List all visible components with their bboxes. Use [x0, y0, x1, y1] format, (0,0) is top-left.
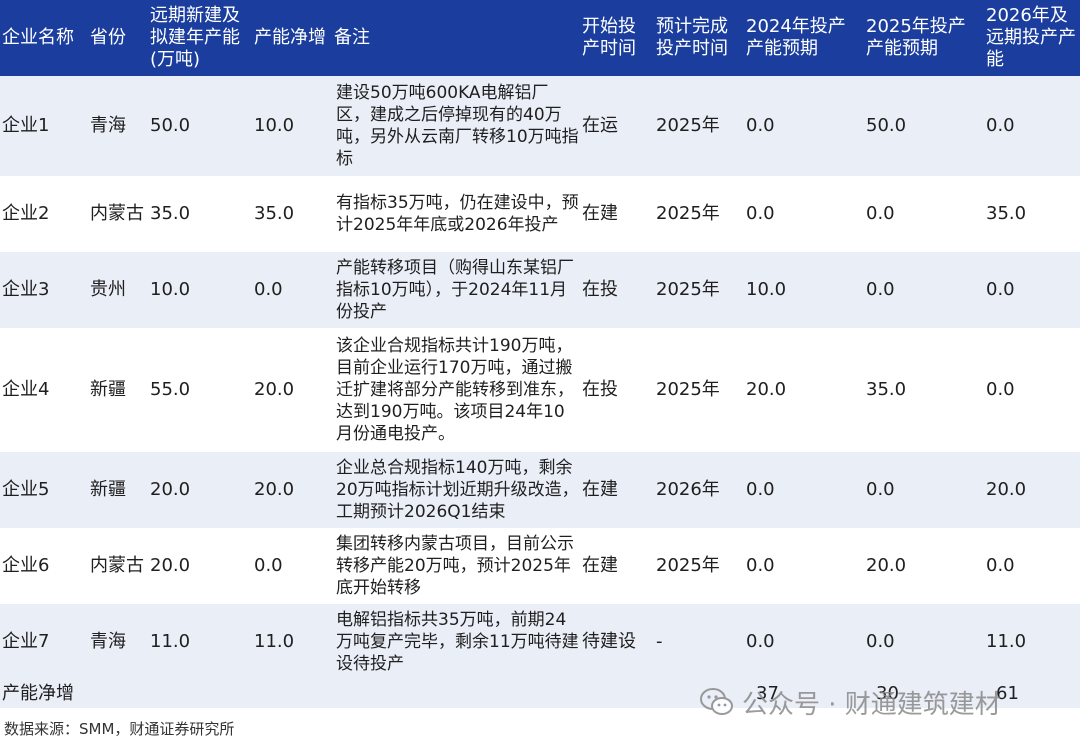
cell-province: 青海 [88, 76, 148, 176]
header-net: 产能净增 [252, 0, 332, 76]
cell-2024: 0.0 [744, 76, 864, 176]
cell-2026: 0.0 [984, 328, 1080, 452]
cell-capacity: 11.0 [148, 604, 252, 680]
table-row: 企业4 新疆 55.0 20.0 该企业合规指标共计190万吨，目前企业运行17… [0, 328, 1080, 452]
cell-note: 产能转移项目（购得山东某铝厂指标10万吨），于2024年11月份投产 [332, 252, 580, 328]
cell-net: 0.0 [252, 252, 332, 328]
header-note: 备注 [332, 0, 580, 76]
header-finish: 预计完成投产时间 [654, 0, 744, 76]
cell-finish: 2025年 [654, 528, 744, 604]
table-header-row: 企业名称 省份 远期新建及拟建年产能(万吨) 产能净增 备注 开始投产时间 预计… [0, 0, 1080, 76]
cell-net: 10.0 [252, 76, 332, 176]
cell-2026: 0.0 [984, 252, 1080, 328]
table-row: 企业6 内蒙古 20.0 0.0 集团转移内蒙古项目，目前公示转移产能20万吨，… [0, 528, 1080, 604]
cell-start: 待建设 [580, 604, 654, 680]
cell-province: 新疆 [88, 328, 148, 452]
cell-start: 在建 [580, 452, 654, 528]
cell-2024: 0.0 [744, 604, 864, 680]
cell-capacity: 20.0 [148, 528, 252, 604]
cell-note: 该企业合规指标共计190万吨，目前企业运行170万吨，通过搬迁扩建将部分产能转移… [332, 328, 580, 452]
header-company: 企业名称 [0, 0, 88, 76]
cell-net: 20.0 [252, 452, 332, 528]
cell-2026: 11.0 [984, 604, 1080, 680]
cell-province: 青海 [88, 604, 148, 680]
cell-2025: 0.0 [864, 252, 984, 328]
cell-2025: 35.0 [864, 328, 984, 452]
cell-company: 企业2 [0, 176, 88, 252]
cell-note: 集团转移内蒙古项目，目前公示转移产能20万吨，预计2025年底开始转移 [332, 528, 580, 604]
cell-province: 内蒙古 [88, 176, 148, 252]
cell-capacity: 50.0 [148, 76, 252, 176]
cell-start: 在投 [580, 328, 654, 452]
cell-capacity: 10.0 [148, 252, 252, 328]
cell-note: 有指标35万吨，仍在建设中，预计2025年年底或2026年投产 [332, 176, 580, 252]
data-source-note: 数据来源：SMM，财通证券研究所 [4, 720, 235, 738]
cell-2024: 0.0 [744, 452, 864, 528]
cell-capacity: 35.0 [148, 176, 252, 252]
cell-province: 内蒙古 [88, 528, 148, 604]
cell-2025: 0.0 [864, 452, 984, 528]
cell-start: 在运 [580, 76, 654, 176]
cell-company: 企业5 [0, 452, 88, 528]
table-row: 企业1 青海 50.0 10.0 建设50万吨600KA电解铝厂区，建成之后停掉… [0, 76, 1080, 176]
cell-company: 企业4 [0, 328, 88, 452]
header-capacity: 远期新建及拟建年产能(万吨) [148, 0, 252, 76]
capacity-table: 企业名称 省份 远期新建及拟建年产能(万吨) 产能净增 备注 开始投产时间 预计… [0, 0, 1080, 708]
cell-2026: 20.0 [984, 452, 1080, 528]
watermark: 公众号 · 财通建筑建材 [700, 684, 1001, 720]
cell-2026: 0.0 [984, 76, 1080, 176]
cell-province: 新疆 [88, 452, 148, 528]
cell-finish: - [654, 604, 744, 680]
total-label: 产能净增 [0, 680, 744, 708]
table-row: 企业5 新疆 20.0 20.0 企业总合规指标140万吨，剩余20万吨指标计划… [0, 452, 1080, 528]
cell-company: 企业1 [0, 76, 88, 176]
cell-2024: 0.0 [744, 528, 864, 604]
cell-2026: 0.0 [984, 528, 1080, 604]
cell-2024: 0.0 [744, 176, 864, 252]
cell-2025: 50.0 [864, 76, 984, 176]
cell-note: 建设50万吨600KA电解铝厂区，建成之后停掉现有的40万吨，另外从云南厂转移1… [332, 76, 580, 176]
cell-capacity: 20.0 [148, 452, 252, 528]
cell-company: 企业7 [0, 604, 88, 680]
cell-net: 20.0 [252, 328, 332, 452]
header-province: 省份 [88, 0, 148, 76]
watermark-text: 公众号 · 财通建筑建材 [742, 689, 1001, 720]
cell-finish: 2026年 [654, 452, 744, 528]
header-start: 开始投产时间 [580, 0, 654, 76]
cell-2025: 0.0 [864, 176, 984, 252]
wechat-icon [700, 687, 734, 717]
cell-note: 电解铝指标共35万吨，前期24万吨复产完毕，剩余11万吨待建设待投产 [332, 604, 580, 680]
cell-start: 在建 [580, 176, 654, 252]
cell-net: 35.0 [252, 176, 332, 252]
cell-note: 企业总合规指标140万吨，剩余20万吨指标计划近期升级改造，工期预计2026Q1… [332, 452, 580, 528]
cell-2024: 20.0 [744, 328, 864, 452]
cell-start: 在投 [580, 252, 654, 328]
cell-start: 在建 [580, 528, 654, 604]
cell-finish: 2025年 [654, 76, 744, 176]
cell-net: 11.0 [252, 604, 332, 680]
table-row: 企业2 内蒙古 35.0 35.0 有指标35万吨，仍在建设中，预计2025年年… [0, 176, 1080, 252]
cell-net: 0.0 [252, 528, 332, 604]
header-2026: 2026年及远期投产产能 [984, 0, 1080, 76]
cell-province: 贵州 [88, 252, 148, 328]
cell-2025: 20.0 [864, 528, 984, 604]
cell-finish: 2025年 [654, 328, 744, 452]
table-row: 企业3 贵州 10.0 0.0 产能转移项目（购得山东某铝厂指标10万吨），于2… [0, 252, 1080, 328]
cell-2026: 35.0 [984, 176, 1080, 252]
header-2025: 2025年投产产能预期 [864, 0, 984, 76]
cell-company: 企业3 [0, 252, 88, 328]
cell-2025: 0.0 [864, 604, 984, 680]
cell-finish: 2025年 [654, 252, 744, 328]
cell-capacity: 55.0 [148, 328, 252, 452]
table-row: 企业7 青海 11.0 11.0 电解铝指标共35万吨，前期24万吨复产完毕，剩… [0, 604, 1080, 680]
cell-company: 企业6 [0, 528, 88, 604]
header-2024: 2024年投产产能预期 [744, 0, 864, 76]
cell-2024: 10.0 [744, 252, 864, 328]
cell-finish: 2025年 [654, 176, 744, 252]
